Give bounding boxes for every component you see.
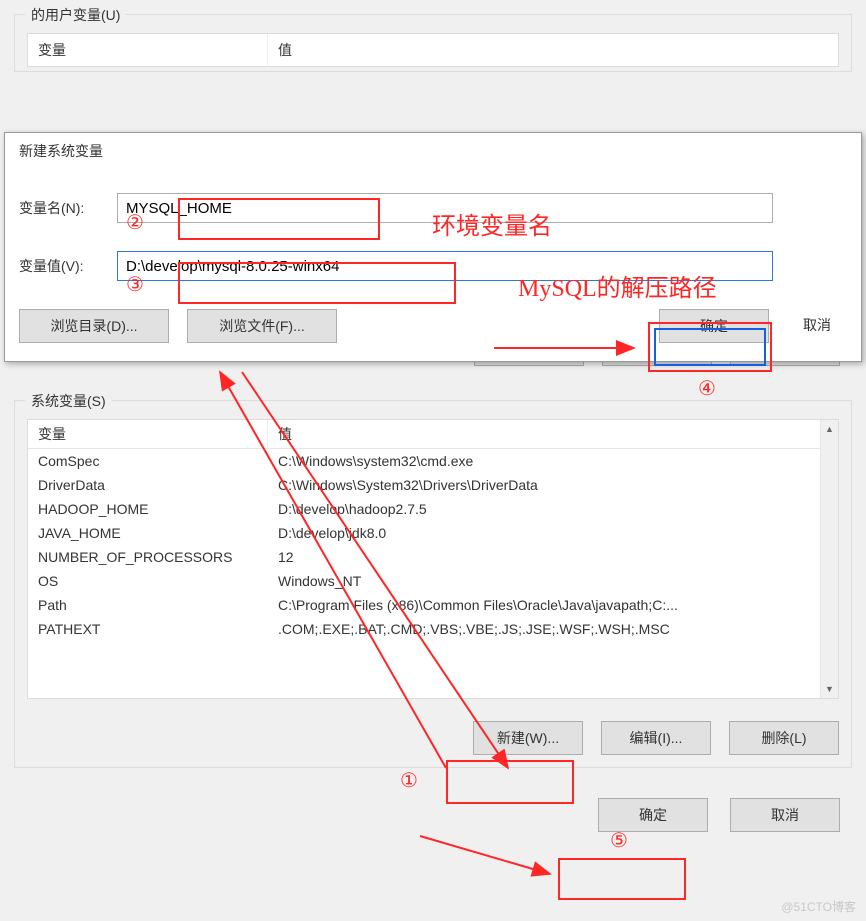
cell-var-name: OS: [28, 569, 268, 593]
new-system-variable-dialog: 新建系统变量 变量名(N): 变量值(V): 浏览目录(D)... 浏览文件(F…: [4, 132, 862, 362]
cell-var-name: NUMBER_OF_PROCESSORS: [28, 545, 268, 569]
table-row[interactable]: PathC:\Program Files (x86)\Common Files\…: [28, 593, 820, 617]
browse-file-button[interactable]: 浏览文件(F)...: [187, 309, 337, 343]
main-cancel-button[interactable]: 取消: [730, 798, 840, 832]
scroll-up-icon[interactable]: ▲: [821, 420, 838, 438]
cell-var-value: 12: [268, 545, 820, 569]
cell-var-value: C:\Windows\System32\Drivers\DriverData: [268, 473, 820, 497]
var-name-label: 变量名(N):: [19, 198, 99, 218]
cell-var-name: Path: [28, 593, 268, 617]
cell-var-name: HADOOP_HOME: [28, 497, 268, 521]
system-vars-group: 系统变量(S) 变量 值 ComSpecC:\Windows\system32\…: [14, 400, 852, 768]
user-vars-header: 变量 值: [27, 33, 839, 67]
table-row[interactable]: OSWindows_NT: [28, 569, 820, 593]
cell-var-value: D:\develop\hadoop2.7.5: [268, 497, 820, 521]
cell-var-name: ComSpec: [28, 449, 268, 473]
table-row[interactable]: NUMBER_OF_PROCESSORS12: [28, 545, 820, 569]
system-vars-label: 系统变量(S): [25, 391, 112, 411]
cell-var-name: PATHEXT: [28, 617, 268, 641]
var-value-label: 变量值(V):: [19, 256, 99, 276]
user-vars-col-variable[interactable]: 变量: [28, 34, 268, 66]
dialog-ok-button[interactable]: 确定: [659, 309, 769, 343]
scroll-down-icon[interactable]: ▼: [821, 680, 838, 698]
sys-col-variable[interactable]: 变量: [28, 420, 268, 448]
table-row[interactable]: DriverDataC:\Windows\System32\Drivers\Dr…: [28, 473, 820, 497]
cell-var-value: C:\Program Files (x86)\Common Files\Orac…: [268, 593, 820, 617]
main-ok-button[interactable]: 确定: [598, 798, 708, 832]
var-name-input[interactable]: [117, 193, 773, 223]
table-row[interactable]: ComSpecC:\Windows\system32\cmd.exe: [28, 449, 820, 473]
cell-var-name: JAVA_HOME: [28, 521, 268, 545]
cell-var-value: C:\Windows\system32\cmd.exe: [268, 449, 820, 473]
table-row[interactable]: JAVA_HOMED:\develop\jdk8.0: [28, 521, 820, 545]
table-row[interactable]: PATHEXT.COM;.EXE;.BAT;.CMD;.VBS;.VBE;.JS…: [28, 617, 820, 641]
dialog-cancel-button[interactable]: 取消: [787, 309, 847, 343]
table-row[interactable]: HADOOP_HOMED:\develop\hadoop2.7.5: [28, 497, 820, 521]
browse-dir-button[interactable]: 浏览目录(D)...: [19, 309, 169, 343]
cell-var-value: .COM;.EXE;.BAT;.CMD;.VBS;.VBE;.JS;.JSE;.…: [268, 617, 820, 641]
system-vars-table[interactable]: 变量 值 ComSpecC:\Windows\system32\cmd.exeD…: [27, 419, 839, 699]
cell-var-value: Windows_NT: [268, 569, 820, 593]
arrow-icon: [418, 834, 558, 878]
annot-num-4: ④: [696, 376, 718, 398]
var-value-input[interactable]: [117, 251, 773, 281]
cell-var-value: D:\develop\jdk8.0: [268, 521, 820, 545]
system-vars-rows: ComSpecC:\Windows\system32\cmd.exeDriver…: [28, 449, 820, 641]
scrollbar[interactable]: ▲ ▼: [820, 420, 838, 698]
sys-edit-button[interactable]: 编辑(I)...: [601, 721, 711, 755]
main-buttons: 确定 取消: [0, 798, 840, 832]
user-vars-label: 的用户变量(U): [25, 5, 126, 25]
sys-new-button[interactable]: 新建(W)...: [473, 721, 583, 755]
user-vars-group: 的用户变量(U) 变量 值: [14, 14, 852, 72]
system-vars-buttons: 新建(W)... 编辑(I)... 删除(L): [27, 721, 839, 755]
user-vars-col-value[interactable]: 值: [268, 34, 838, 66]
cell-var-name: DriverData: [28, 473, 268, 497]
annot-num-1: ①: [398, 768, 420, 790]
sys-col-value[interactable]: 值: [268, 420, 820, 448]
sys-delete-button[interactable]: 删除(L): [729, 721, 839, 755]
dialog-title: 新建系统变量: [5, 133, 861, 187]
annot-box-mainok: [558, 858, 686, 900]
